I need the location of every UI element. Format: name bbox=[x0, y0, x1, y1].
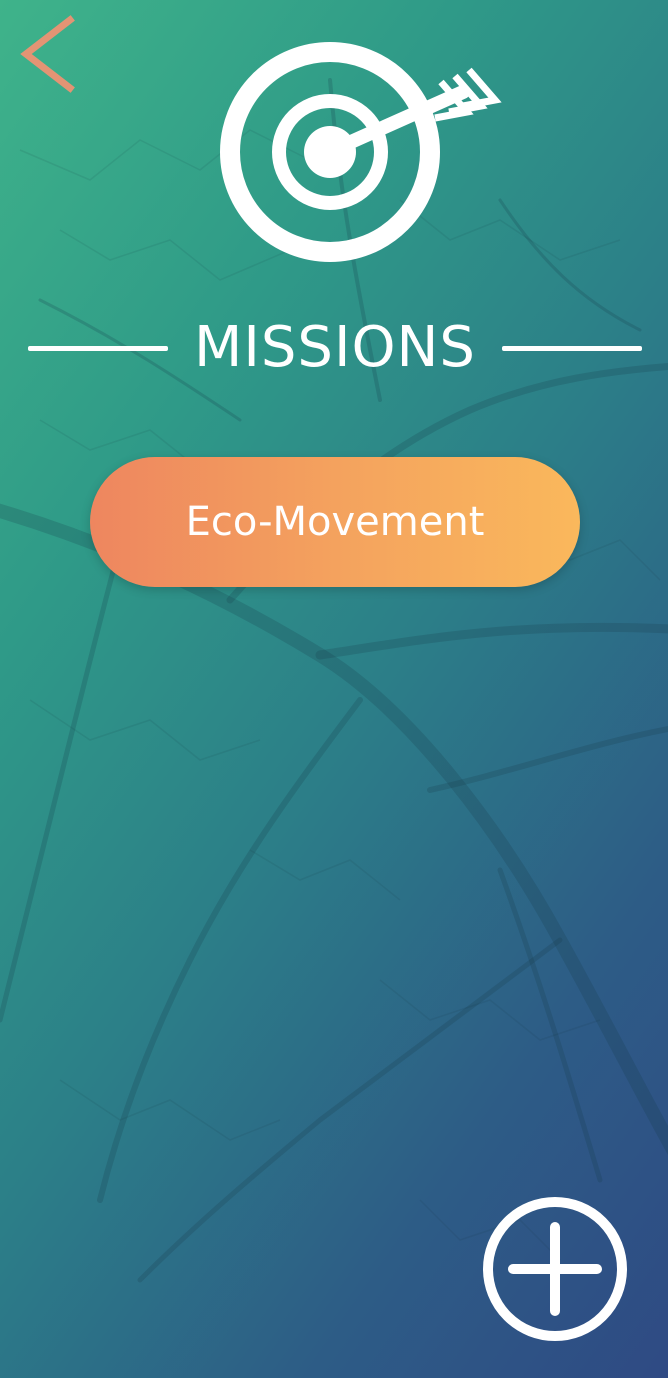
title-divider-right bbox=[502, 346, 642, 351]
mission-button-eco-movement[interactable]: Eco-Movement bbox=[90, 457, 580, 587]
title-divider-left bbox=[28, 346, 168, 351]
chevron-left-icon bbox=[20, 15, 75, 93]
target-arrow-icon bbox=[215, 40, 505, 268]
add-mission-button[interactable] bbox=[480, 1194, 630, 1344]
title-row: MISSIONS bbox=[0, 306, 668, 390]
plus-circle-icon bbox=[483, 1197, 627, 1341]
page-title: MISSIONS bbox=[194, 315, 476, 380]
back-button[interactable] bbox=[14, 14, 84, 94]
